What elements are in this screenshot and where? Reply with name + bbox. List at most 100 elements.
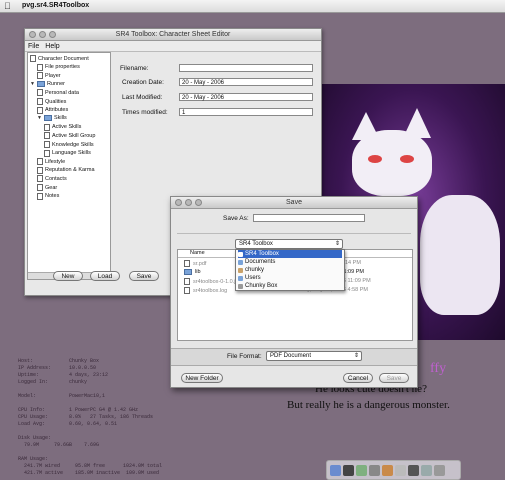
dock-trash-icon[interactable]: [434, 464, 445, 476]
editor-titlebar[interactable]: SR4 Toolbox: Character Sheet Editor: [25, 29, 321, 41]
list-item[interactable]: lib: [184, 269, 201, 275]
dock-app-icon[interactable]: [356, 464, 367, 476]
apple-icon[interactable]: : [4, 1, 11, 11]
save-dialog: Save Save As: Name sr.pdf 2006 11:14 PM …: [170, 196, 418, 388]
tree-item[interactable]: Player: [37, 72, 61, 80]
document-icon: [37, 89, 43, 97]
document-icon: [44, 149, 50, 157]
location-menu: SR4 Toolbox Documents chunky Users Chunk…: [235, 249, 345, 291]
new-folder-button[interactable]: New Folder: [181, 373, 223, 383]
tree-item-label: Skills: [53, 115, 67, 122]
last-modified-label: Last Modified:: [122, 94, 163, 101]
tree-item[interactable]: Gear: [37, 184, 57, 191]
tree-item-label: Active Skills: [52, 124, 82, 131]
tree-item[interactable]: Qualities: [37, 98, 66, 105]
chevron-down-icon: ⇕: [334, 241, 340, 247]
tree-item[interactable]: Lifestyle: [37, 158, 66, 166]
menu-file[interactable]: File: [28, 43, 39, 50]
menu-help[interactable]: Help: [45, 43, 59, 50]
save-dialog-titlebar[interactable]: Save: [171, 197, 417, 209]
dialog-divider: [177, 233, 411, 234]
document-icon: [30, 55, 36, 62]
editor-title: SR4 Toolbox: Character Sheet Editor: [115, 31, 231, 38]
location-option[interactable]: Documents: [238, 258, 342, 266]
dock-app-icon[interactable]: [408, 464, 419, 476]
wallpaper-caption-2: But really he is a dangerous monster.: [287, 399, 450, 411]
tree-item[interactable]: Contacts: [37, 175, 67, 183]
document-icon: [37, 192, 43, 200]
document-tree[interactable]: Character Document File properties Player ▼…: [27, 52, 111, 280]
location-popup[interactable]: SR4 Toolbox ⇕: [235, 239, 343, 249]
folder-icon: [238, 251, 243, 257]
dock-finder-icon[interactable]: [330, 464, 341, 476]
file-name: sr4toolbox-0-1.0.jar: [193, 278, 241, 285]
tree-item[interactable]: ▼ Skills: [37, 115, 67, 122]
dock-app-icon[interactable]: [395, 464, 406, 476]
save-dialog-save-button[interactable]: Save: [379, 373, 409, 383]
tree-item[interactable]: Active Skill Group: [44, 132, 95, 140]
tree-item[interactable]: Knowledge Skills: [44, 141, 94, 148]
file-icon: [184, 260, 190, 267]
tree-item-label: Lifestyle: [45, 158, 66, 165]
document-icon: [37, 63, 43, 71]
name-column-header[interactable]: Name: [190, 250, 205, 256]
times-modified-label: Times modified:: [122, 109, 168, 116]
folder-icon: [36, 80, 45, 87]
tree-item[interactable]: Personal data: [37, 89, 79, 97]
tree-item[interactable]: Reputation & Karma: [37, 166, 95, 174]
document-icon: [44, 132, 50, 140]
last-modified-field[interactable]: 20 - May - 2006: [179, 93, 313, 101]
load-button[interactable]: Load: [90, 271, 120, 281]
cancel-button[interactable]: Cancel: [343, 373, 373, 383]
chevron-down-icon: ⇕: [353, 353, 359, 359]
save-button[interactable]: Save: [129, 271, 159, 281]
tree-item[interactable]: Character Document: [30, 55, 89, 62]
dock-app-icon[interactable]: [369, 464, 380, 476]
location-selected: SR4 Toolbox: [239, 241, 273, 247]
dock-app-icon[interactable]: [421, 464, 432, 476]
option-label: Users: [245, 275, 261, 281]
location-option[interactable]: SR4 Toolbox: [238, 250, 342, 258]
save-as-field[interactable]: [253, 214, 365, 222]
option-label: Chunky Box: [245, 283, 278, 289]
creation-date-field[interactable]: 20 - May - 2006: [179, 78, 313, 86]
file-name: sr.pdf: [193, 260, 207, 267]
active-app-name[interactable]: pvg.sr4.SR4Toolbox: [22, 2, 89, 9]
times-modified-field[interactable]: 1: [179, 108, 313, 116]
tree-item-label: Contacts: [45, 175, 67, 182]
list-item[interactable]: sr4toolbox.log: [184, 287, 227, 294]
list-item[interactable]: sr.pdf: [184, 260, 206, 267]
tree-item[interactable]: Active Skills: [44, 123, 82, 131]
file-format-value: PDF Document: [270, 353, 312, 359]
save-dialog-title: Save: [286, 199, 302, 206]
folder-icon: [238, 259, 243, 265]
tree-item[interactable]: ▼ Runner: [30, 80, 65, 87]
disclosure-triangle-icon[interactable]: ▼: [30, 81, 35, 87]
location-option[interactable]: chunky: [238, 266, 342, 274]
tree-item[interactable]: Attributes: [37, 106, 68, 114]
editor-menu: File Help: [25, 41, 321, 52]
location-option[interactable]: Users: [238, 274, 342, 282]
filename-field[interactable]: [179, 64, 313, 72]
disclosure-triangle-icon[interactable]: ▼: [37, 115, 42, 121]
dock-app-icon[interactable]: [382, 464, 393, 476]
tree-item-label: Reputation & Karma: [45, 167, 95, 174]
option-label: Documents: [245, 259, 276, 265]
save-as-label: Save As:: [223, 215, 249, 222]
new-button[interactable]: New: [53, 271, 83, 281]
cat-head: [352, 130, 432, 196]
document-icon: [44, 141, 50, 148]
filename-label: Filename:: [120, 65, 149, 72]
tree-item[interactable]: Notes: [37, 192, 59, 200]
menu-bar:  pvg.sr4.SR4Toolbox: [0, 0, 505, 13]
folder-icon: [43, 115, 52, 122]
file-format-popup[interactable]: PDF Document ⇕: [266, 351, 362, 361]
dock-terminal-icon[interactable]: [343, 464, 354, 476]
tree-item[interactable]: File properties: [37, 63, 80, 71]
tree-item-label: Character Document: [38, 55, 89, 62]
tree-item-label: File properties: [45, 64, 80, 71]
tree-item[interactable]: Language Skills: [44, 149, 91, 157]
list-item[interactable]: sr4toolbox-0-1.0.jar: [184, 278, 240, 285]
document-icon: [37, 184, 43, 191]
location-option[interactable]: Chunky Box: [238, 282, 342, 290]
